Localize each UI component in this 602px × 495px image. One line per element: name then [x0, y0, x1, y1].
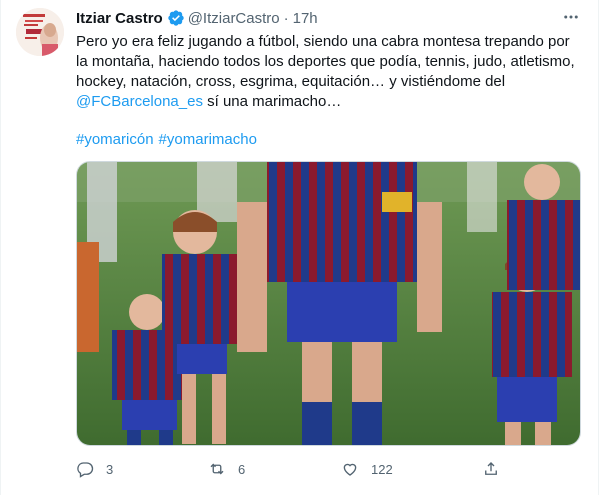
reply-icon [77, 462, 94, 478]
tweet-text: Pero yo era feliz jugando a fútbol, sien… [76, 32, 581, 112]
more-options-icon[interactable] [560, 6, 582, 28]
timestamp[interactable]: 17h [293, 10, 318, 27]
verified-badge-icon [167, 9, 185, 27]
author-handle[interactable]: @ItziarCastro [188, 10, 280, 27]
tweet-header: Itziar Castro @ItziarCastro · 17h [76, 6, 586, 30]
avatar[interactable] [16, 8, 64, 56]
retweet-icon [210, 463, 224, 475]
retweet-count: 6 [238, 461, 246, 477]
tweet-text-body: Pero yo era feliz jugando a fútbol, sien… [76, 33, 575, 90]
author-name[interactable]: Itziar Castro [76, 10, 163, 27]
retweet-button[interactable]: 6 [208, 456, 245, 482]
like-button[interactable]: 122 [341, 456, 393, 482]
tweet-text-tail: sí una marimacho… [202, 93, 342, 110]
hashtags: #yomaricón #yomarimacho [76, 130, 262, 150]
share-icon [485, 462, 497, 475]
tweet-photo[interactable] [76, 161, 581, 446]
separator-dot: · [283, 9, 289, 27]
reply-button[interactable]: 3 [76, 456, 113, 482]
reply-count: 3 [106, 461, 114, 477]
hashtag-link[interactable]: #yomaricón [76, 131, 154, 148]
tweet[interactable]: Itziar Castro @ItziarCastro · 17h Pero y… [0, 0, 602, 495]
like-icon [343, 463, 357, 476]
hashtag-link[interactable]: #yomarimacho [159, 131, 257, 148]
share-button[interactable] [482, 456, 500, 482]
photo-football-players [77, 162, 580, 445]
tweet-actions: 3 6 122 [76, 456, 516, 482]
mention-link[interactable]: @FCBarcelona_es [76, 93, 203, 110]
like-count: 122 [371, 461, 393, 477]
